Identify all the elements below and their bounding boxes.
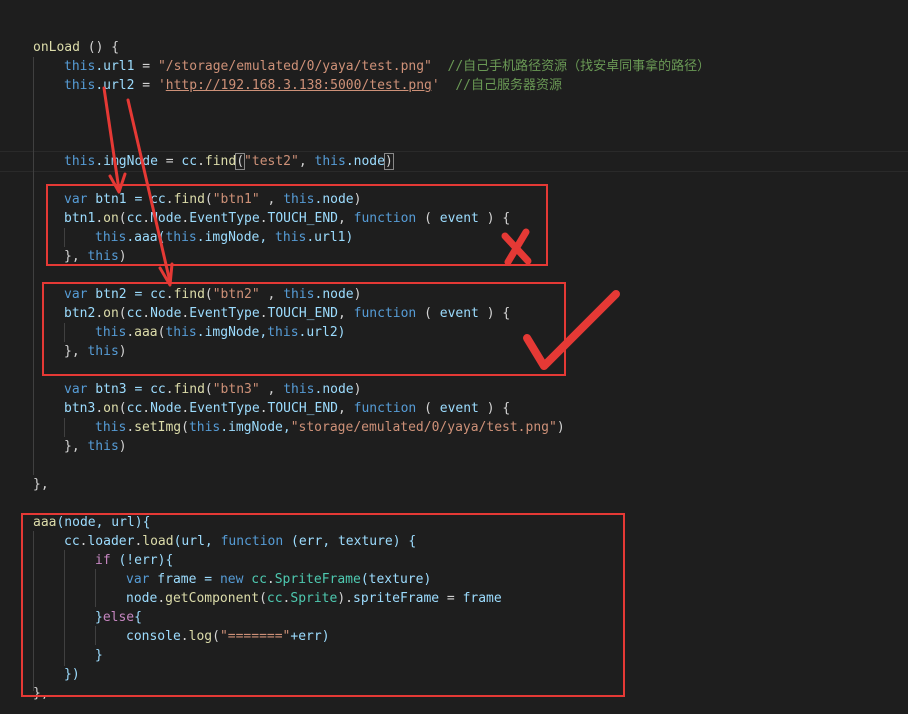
annotation-layer [102, 86, 620, 370]
cross-mark-icon [501, 228, 532, 266]
code-editor[interactable]: onLoad () { this.url1 = "/storage/emulat… [0, 0, 908, 714]
arrow-icon [102, 86, 121, 192]
check-mark-icon [523, 290, 620, 370]
arrow-icon [126, 98, 172, 284]
